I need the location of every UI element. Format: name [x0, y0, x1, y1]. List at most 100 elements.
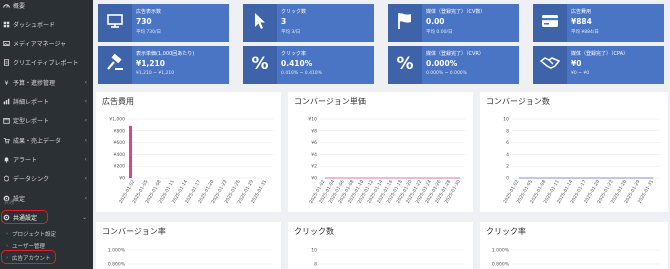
y-tick-label: 8: [314, 262, 317, 268]
sidebar-item[interactable]: アラート ‹: [0, 151, 93, 167]
gavel-icon: [105, 53, 125, 77]
sidebar-sub-item-label: ユーザー管理: [12, 243, 45, 250]
sidebar-item[interactable]: ダッシュボード: [0, 16, 93, 32]
chart-svg: ¥1,000¥800¥600¥400¥200¥02025-01-022025-0…: [109, 117, 273, 205]
kpi-icon-box: %: [243, 46, 277, 84]
kpi-icon-box: [388, 4, 422, 42]
svg-text:¥: ¥: [4, 80, 8, 86]
app-root: 概要 ダッシュボード メディアマネージャ クリエイティブレポート ¥ 予算・進捗管理 ‹ 詳細…: [0, 0, 670, 269]
grid-icon: [3, 21, 10, 28]
sidebar-item-label: クリエイティブレポート: [13, 60, 79, 68]
chart-title: クリック数: [294, 227, 334, 236]
kpi-value: 0.00: [426, 17, 445, 26]
chart-panel: 10 8 6 4 2 0 2025-01-02 2025-01-05 2025-01-08 202…: [480, 92, 668, 212]
chevron-left-icon: ‹: [84, 98, 87, 105]
y-tick-label: ¥10: [308, 117, 317, 123]
chevron-left-icon: ‹: [84, 175, 87, 183]
chart-panel: ¥1,000 ¥800 ¥600 ¥400 ¥200 ¥0 2025-01-02 2025-0…: [96, 92, 281, 212]
y-tick-label: 1.000%: [108, 248, 126, 254]
chart-title: コンバージョン率: [102, 227, 166, 236]
sidebar-item-label: データシンク: [13, 176, 50, 184]
kpi-subtext: 平均 3/日: [281, 30, 301, 35]
sidebar-item-label: 定型レポート: [13, 118, 50, 126]
sidebar-item[interactable]: クリエイティブレポート: [0, 55, 93, 71]
highlight-box-ad-account: [1, 250, 56, 264]
y-tick-label: ¥600: [114, 140, 126, 146]
sidebar-section-label: 共通: [4, 200, 15, 206]
kpi-card: % クリック率 0.410% 0.410% ~ 0.410%: [243, 46, 374, 84]
chevron-left-icon: ‹: [84, 136, 87, 144]
chevron-right-icon: ›: [6, 230, 8, 237]
sidebar-item[interactable]: 成果・売上データ ‹: [0, 132, 93, 148]
svg-text:%: %: [251, 54, 268, 73]
kpi-value: 730: [136, 17, 152, 26]
sidebar-item[interactable]: 詳細レポート ‹: [0, 94, 93, 110]
kpi-card: 媒体（登録完了）（CPA） ¥0 ¥0 ~ ¥0: [533, 46, 664, 84]
kpi-label: 媒体（登録完了）（CPA）: [571, 51, 629, 57]
chart-panel: 1.000% 0.800% コンバージョン率: [96, 222, 281, 269]
y-tick-label: 1.000%: [492, 248, 510, 254]
sidebar-item[interactable]: メディアマネージャ: [0, 36, 93, 52]
kpi-label: 広告表示数: [136, 9, 162, 15]
kpi-icon-box: [98, 4, 132, 42]
chart-panel: 10 8 クリック数: [288, 222, 473, 269]
kpi-label: 表示単価(1,000回あたり): [136, 51, 195, 57]
kpi-subtext: 平均 ¥884/日: [571, 30, 599, 35]
handshake-icon: [539, 53, 561, 77]
bell-icon: [3, 156, 10, 163]
y-tick-label: ¥400: [114, 152, 126, 158]
kpi-card: 広告表示数 730 平均 730/日: [98, 4, 229, 42]
kpi-label: クリック数: [281, 9, 307, 15]
y-tick-label: ¥6: [311, 140, 317, 146]
highlight-box-common-settings: [1, 210, 48, 224]
y-tick-label: ¥0: [119, 176, 125, 182]
y-tick-label: 10: [311, 248, 317, 254]
sidebar-sub-item-label: プロジェクト設定: [12, 231, 57, 238]
kpi-label: 媒体（登録完了）（CVR）: [426, 51, 484, 57]
kpi-icon-box: [98, 46, 132, 84]
chevron-down-icon: ⌄: [81, 213, 87, 221]
kpi-subtext: ¥1,210 ~ ¥1,210: [136, 71, 175, 76]
y-tick-label: 0.800%: [108, 262, 126, 268]
y-tick-label: 8: [506, 128, 509, 134]
sidebar-item-label: 予算・進捗管理: [13, 79, 56, 87]
cursor-icon: [250, 11, 270, 35]
chart-panel: ¥10 ¥8 ¥6 ¥4 ¥2 ¥0 2025-01-02 2025-01-04 2025-01…: [288, 92, 473, 212]
sidebar-item-label: 概要: [13, 2, 26, 10]
y-tick-label: 0.800%: [492, 262, 510, 268]
chart-svg: 10864202025-01-022025-01-052025-01-08202…: [502, 117, 660, 205]
percent-icon: %: [250, 53, 270, 77]
sidebar-item-label: 成果・売上データ: [13, 137, 62, 145]
chart-title: コンバージョン単価: [294, 97, 366, 106]
kpi-icon-box: [533, 46, 567, 84]
percent-icon: %: [395, 53, 415, 77]
y-tick-label: ¥0: [311, 176, 317, 182]
kpi-subtext: 平均 730/日: [136, 30, 162, 35]
credit-card-icon: [540, 11, 560, 35]
svg-text:%: %: [396, 54, 413, 73]
y-tick-label: 6: [506, 140, 509, 146]
chevron-left-icon: ‹: [84, 117, 87, 125]
y-tick-label: 0: [506, 176, 509, 182]
sidebar-sub-item[interactable]: › プロジェクト設定: [0, 228, 93, 239]
calendar-icon: [3, 117, 10, 125]
kpi-subtext: ¥0 ~ ¥0: [571, 71, 590, 76]
y-tick-label: ¥8: [311, 128, 317, 134]
sidebar-item[interactable]: 概要: [0, 0, 93, 13]
kpi-icon-box: %: [388, 46, 422, 84]
sidebar-item[interactable]: 定型レポート ‹: [0, 113, 93, 129]
sidebar-item-label: 設定: [13, 195, 26, 203]
image-icon: [3, 40, 10, 47]
sidebar-item[interactable]: ¥ 予算・進捗管理 ‹: [0, 74, 93, 90]
sidebar-item[interactable]: データシンク ‹: [0, 171, 93, 187]
chart-svg: ¥10¥8¥6¥4¥2¥02025-01-022025-01-042025-01…: [308, 117, 465, 205]
kpi-card: 広告費用 ¥884 平均 ¥884/日: [533, 4, 664, 42]
kpi-icon-box: [533, 4, 567, 42]
kpi-card: クリック数 3 平均 3/日: [243, 4, 374, 42]
chart-title: 広告費用: [102, 97, 134, 106]
chevron-left-icon: ‹: [84, 155, 87, 163]
sidebar-item-label: アラート: [13, 156, 38, 164]
kpi-value: 0.410%: [281, 59, 313, 68]
sync-icon: [3, 175, 10, 182]
cart-icon: [3, 137, 10, 144]
